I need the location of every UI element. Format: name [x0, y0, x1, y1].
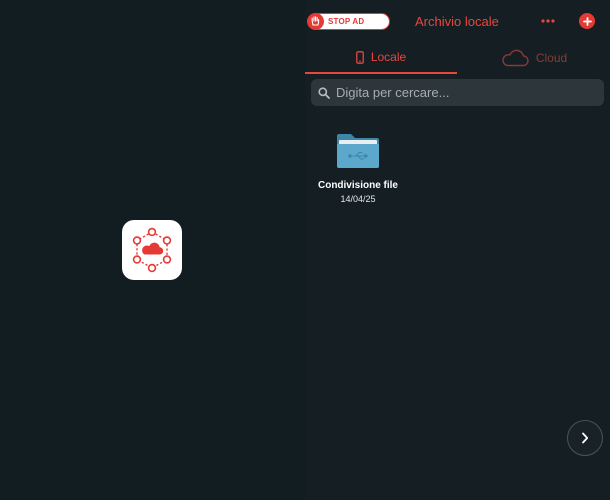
search-icon [318, 86, 330, 99]
top-bar: STOP AD Archivio locale [305, 0, 610, 42]
usb-folder-icon [337, 134, 379, 168]
cloud-network-logo-icon [132, 227, 172, 273]
next-button[interactable] [567, 420, 603, 456]
tab-cloud-label: Cloud [535, 51, 568, 65]
add-button[interactable] [579, 13, 595, 29]
left-pane [0, 0, 305, 500]
chevron-right-icon [582, 432, 589, 444]
more-button[interactable] [538, 13, 558, 29]
app-logo [122, 220, 182, 280]
tab-bar: Locale Cloud [305, 42, 610, 74]
cloud-icon [501, 49, 529, 67]
stop-ad-button[interactable]: STOP AD [307, 12, 390, 30]
folder-date: 14/04/25 [340, 194, 376, 204]
search-bar[interactable] [311, 79, 604, 106]
search-input[interactable] [336, 85, 596, 100]
plus-icon [582, 16, 592, 26]
stop-ad-label: STOP AD [328, 17, 365, 26]
tab-cloud[interactable]: Cloud [458, 42, 610, 74]
phone-icon [355, 50, 364, 64]
more-horizontal-icon [541, 19, 555, 23]
page-title: Archivio locale [415, 14, 499, 29]
tab-locale-label: Locale [370, 50, 407, 64]
tab-locale[interactable]: Locale [305, 42, 457, 74]
folder-item[interactable]: Condivisione file 14/04/25 [313, 132, 403, 212]
hand-icon [307, 12, 324, 30]
folder-name: Condivisione file [317, 180, 398, 191]
right-pane: STOP AD Archivio locale Locale Cloud Dig… [305, 0, 610, 500]
